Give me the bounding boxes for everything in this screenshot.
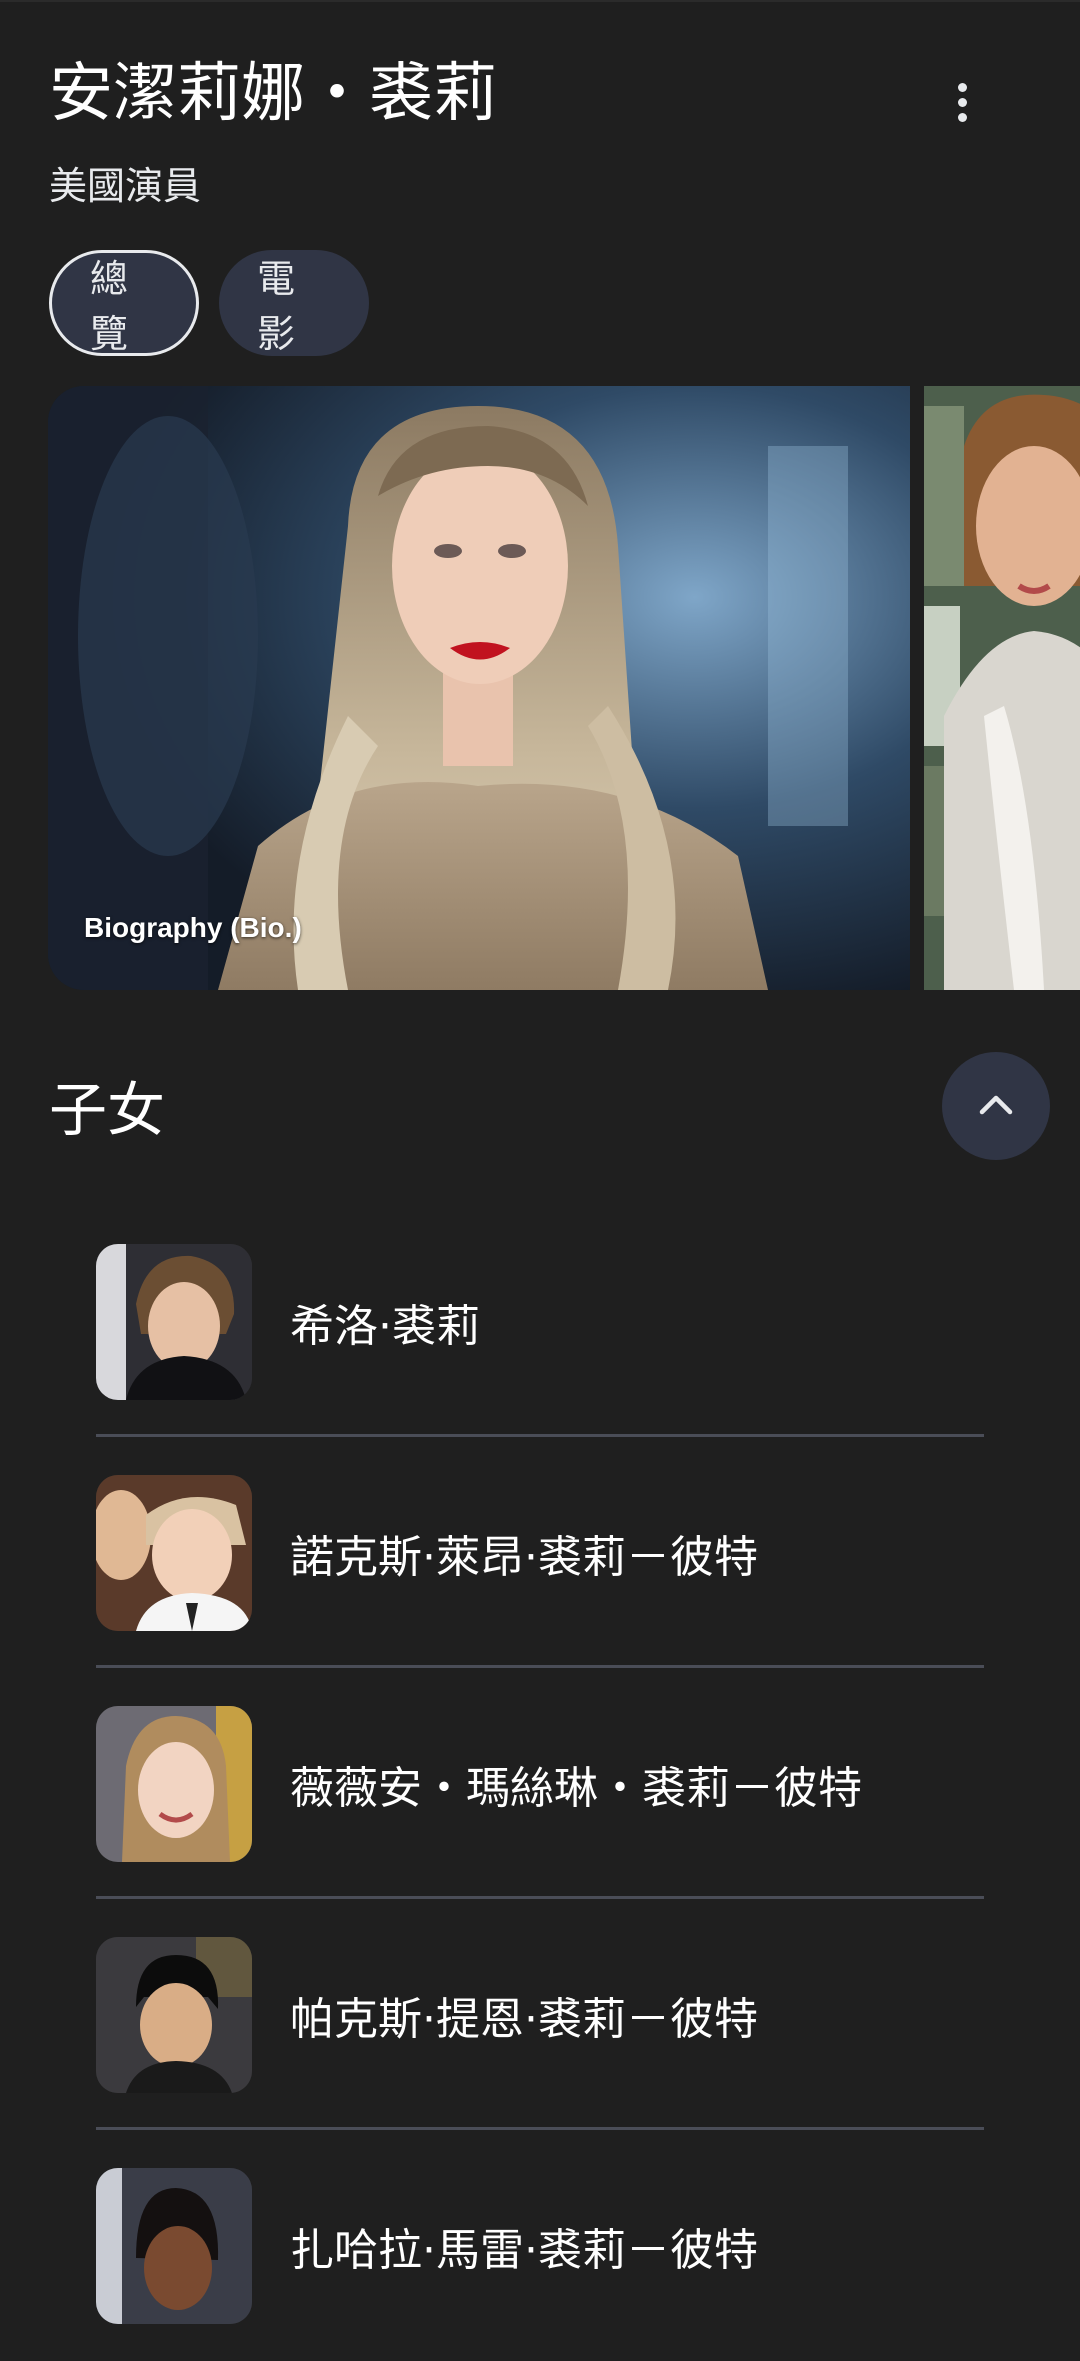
more-vert-icon <box>957 82 967 92</box>
list-item[interactable]: 扎哈拉·馬雷·裘莉－彼特 <box>96 2130 984 2361</box>
avatar <box>96 1474 252 1631</box>
carousel-image-main[interactable]: Biography (Bio.) <box>48 386 910 990</box>
list-item[interactable]: 希洛·裘莉 <box>96 1206 984 1437</box>
list-item[interactable]: 帕克斯·提恩·裘莉－彼特 <box>96 1899 984 2130</box>
child-name: 希洛·裘莉 <box>290 1300 480 1352</box>
top-edge <box>0 0 1080 2</box>
child-name: 諾克斯·萊昂·裘莉－彼特 <box>290 1531 758 1583</box>
more-vert-icon-dot <box>957 97 967 107</box>
child-name: 帕克斯·提恩·裘莉－彼特 <box>290 1993 758 2045</box>
children-section-title: 子女 <box>49 1076 166 1144</box>
list-item[interactable]: 諾克斯·萊昂·裘莉－彼特 <box>96 1437 984 1668</box>
children-list: 希洛·裘莉 諾克斯·萊昂·裘莉－彼特 薇薇安・瑪絲琳・裘莉－彼特 帕克斯·提恩·… <box>96 1206 984 2361</box>
portrait-photo <box>48 386 910 990</box>
tab-bar: 總覽 電影 <box>49 250 369 356</box>
image-source-caption: Biography (Bio.) <box>84 912 302 943</box>
more-options-button[interactable] <box>930 70 994 134</box>
child-name: 扎哈拉·馬雷·裘莉－彼特 <box>290 2224 758 2276</box>
avatar <box>96 1243 252 1400</box>
page-title: 安潔莉娜・裘莉 <box>49 57 497 131</box>
carousel-image-next[interactable] <box>924 386 1080 990</box>
avatar <box>96 1936 252 2093</box>
child-name: 薇薇安・瑪絲琳・裘莉－彼特 <box>290 1762 862 1814</box>
more-vert-icon-dot <box>957 112 967 122</box>
image-carousel[interactable]: Biography (Bio.) <box>48 386 1080 990</box>
portrait-photo-2 <box>924 386 1080 990</box>
chevron-up-icon <box>979 1095 1013 1115</box>
collapse-section-button[interactable] <box>942 1052 1050 1160</box>
avatar <box>96 1705 252 1862</box>
page-subtitle: 美國演員 <box>49 164 202 208</box>
avatar <box>96 2167 252 2324</box>
tab-movies[interactable]: 電影 <box>219 250 369 356</box>
tab-overview[interactable]: 總覽 <box>49 250 199 356</box>
list-item[interactable]: 薇薇安・瑪絲琳・裘莉－彼特 <box>96 1668 984 1899</box>
